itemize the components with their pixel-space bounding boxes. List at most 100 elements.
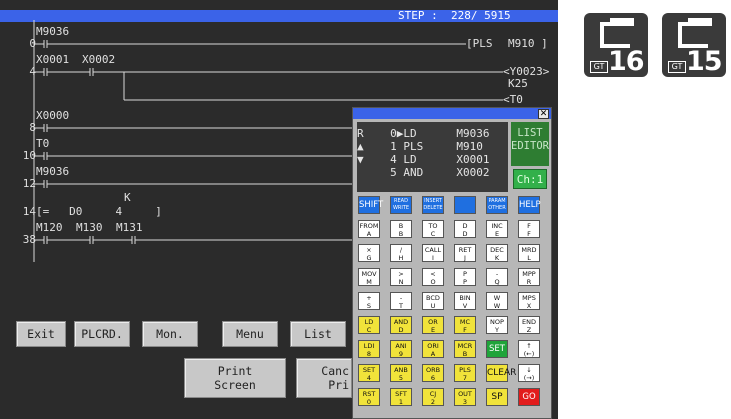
exit-button[interactable]: Exit <box>16 321 66 347</box>
key-label: A <box>366 230 372 238</box>
key-insertdelete[interactable]: INSERT DELETE <box>422 196 444 214</box>
close-icon[interactable]: ✕ <box>538 109 549 119</box>
key-label: P <box>463 270 467 278</box>
key-label: × <box>366 246 372 254</box>
key-ince[interactable]: INC E <box>486 220 508 238</box>
key-mpsx[interactable]: MPS X <box>518 292 540 310</box>
menu-button[interactable]: Menu <box>222 321 278 347</box>
key-set[interactable]: SET <box>486 340 508 358</box>
key-ldi8[interactable]: LDI 8 <box>358 340 380 358</box>
key-label: U <box>430 302 436 310</box>
key-sp[interactable]: SP <box>486 388 508 406</box>
print-screen-label-1: Print <box>217 364 253 378</box>
key-label: A <box>430 350 436 358</box>
key-ani9[interactable]: ANI 9 <box>390 340 412 358</box>
key-blank[interactable]: ↓ (→) <box>518 364 540 382</box>
key-label: Q <box>494 278 500 286</box>
contact-label: M131 <box>116 221 143 234</box>
key-calli[interactable]: CALL I <box>422 244 444 262</box>
key-orb6[interactable]: ORB 6 <box>422 364 444 382</box>
key-clear[interactable]: CLEAR <box>486 364 516 382</box>
key-pls7[interactable]: PLS 7 <box>454 364 476 382</box>
key-label: H <box>398 254 404 262</box>
key-dd[interactable]: DD <box>454 220 476 238</box>
key-ldc[interactable]: LD C <box>358 316 380 334</box>
rung-number: 12 <box>22 177 36 190</box>
key-label: G <box>366 254 372 262</box>
key-label: 1 <box>398 398 404 406</box>
gt15-model: 15 <box>686 46 723 77</box>
key-readwrite[interactable]: READ WRITE <box>390 196 412 214</box>
key-go[interactable]: GO <box>518 388 540 406</box>
key-label: T <box>399 302 403 310</box>
key-bb[interactable]: BB <box>390 220 412 238</box>
key-blank[interactable] <box>454 196 476 214</box>
list-editor-label-1: LIST <box>517 127 543 139</box>
key-ff[interactable]: FF <box>518 220 540 238</box>
key-mppr[interactable]: MPP R <box>518 268 540 286</box>
key-label: ↑ <box>526 342 532 350</box>
key-label: B <box>398 230 404 238</box>
plc-read-button[interactable]: PLCRD. <box>74 321 130 347</box>
key-mcrb[interactable]: MCR B <box>454 340 476 358</box>
key-t[interactable]: -T <box>390 292 412 310</box>
key-deck[interactable]: DEC K <box>486 244 508 262</box>
key-blank[interactable]: ↑ (←) <box>518 340 540 358</box>
key-retj[interactable]: RET J <box>454 244 476 262</box>
key-label: LDI <box>363 342 375 350</box>
print-screen-button[interactable]: Print Screen <box>184 358 286 398</box>
key-nopy[interactable]: NOP Y <box>486 316 508 334</box>
key-pp[interactable]: PP <box>454 268 476 286</box>
key-label: 4 <box>366 374 372 382</box>
list-line: R 0▶LD M9036 <box>357 127 490 140</box>
key-label: W <box>493 302 501 310</box>
key-s[interactable]: + S <box>358 292 380 310</box>
key-help[interactable]: HELP <box>518 196 541 214</box>
key-out3[interactable]: OUT 3 <box>454 388 476 406</box>
gt-mark: GT <box>668 61 686 73</box>
key-label: F <box>527 222 531 230</box>
list-editor-titlebar[interactable] <box>353 108 551 119</box>
monitor-button[interactable]: Mon. <box>142 321 198 347</box>
key-g[interactable]: × G <box>358 244 380 262</box>
key-ore[interactable]: OR E <box>422 316 444 334</box>
channel-button[interactable]: Ch:1 <box>513 169 547 189</box>
key-label: INSERT <box>424 198 442 204</box>
key-o[interactable]: < O <box>422 268 444 286</box>
key-q[interactable]: -Q <box>486 268 508 286</box>
key-andd[interactable]: AND D <box>390 316 412 334</box>
key-mcf[interactable]: MC F <box>454 316 476 334</box>
key-rst0[interactable]: RST 0 <box>358 388 380 406</box>
key-mrdl[interactable]: MRD L <box>518 244 540 262</box>
key-label: INC <box>491 222 503 230</box>
cancel-print-button[interactable]: Canc Pri <box>296 358 352 398</box>
key-sft1[interactable]: SFT 1 <box>390 388 412 406</box>
list-button[interactable]: List <box>290 321 346 347</box>
key-anb5[interactable]: ANB 5 <box>390 364 412 382</box>
key-ww[interactable]: WW <box>486 292 508 310</box>
key-shift[interactable]: SHIFT <box>358 196 383 214</box>
key-label: 3 <box>462 398 468 406</box>
key-h[interactable]: / H <box>390 244 412 262</box>
key-label: SET <box>489 344 505 354</box>
key-toc[interactable]: TO C <box>422 220 444 238</box>
key-label: R <box>526 278 532 286</box>
key-bcdu[interactable]: BCD U <box>422 292 444 310</box>
key-endz[interactable]: END Z <box>518 316 540 334</box>
contact-label: M130 <box>76 221 103 234</box>
key-label: D <box>462 222 468 230</box>
key-n[interactable]: > N <box>390 268 412 286</box>
key-paramother[interactable]: PARAM OTHER <box>486 196 508 214</box>
key-oria[interactable]: ORI A <box>422 340 444 358</box>
key-froma[interactable]: FROM A <box>358 220 380 238</box>
key-label: (→) <box>523 374 535 382</box>
key-label: OR <box>428 318 438 326</box>
key-movm[interactable]: MOV M <box>358 268 380 286</box>
key-set4[interactable]: SET 4 <box>358 364 380 382</box>
key-label: AND <box>393 318 409 326</box>
key-label: GO <box>522 392 536 402</box>
key-label: J <box>464 254 466 262</box>
contact-label: X0002 <box>82 53 116 66</box>
key-cj2[interactable]: CJ 2 <box>422 388 444 406</box>
key-binv[interactable]: BIN V <box>454 292 476 310</box>
